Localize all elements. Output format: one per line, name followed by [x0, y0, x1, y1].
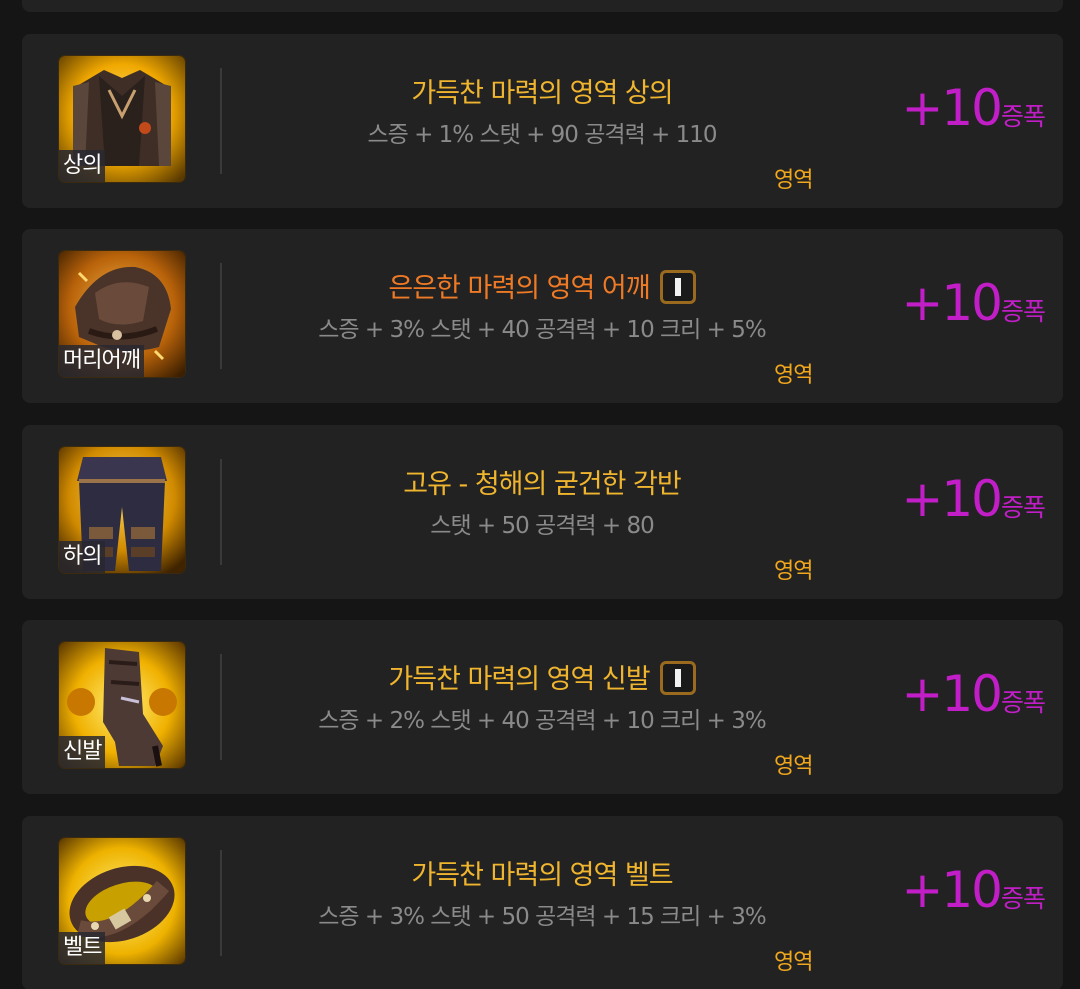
- enhance-value: +10: [901, 79, 1003, 137]
- pants-armor-icon: 하의: [59, 447, 185, 573]
- item-stats: 스증 + 1% 스탯 + 90 공격력 + 110: [367, 122, 717, 148]
- divider: [220, 263, 222, 369]
- item-info: 고유 - 청해의 굳건한 각반 스탯 + 50 공격력 + 80: [232, 425, 852, 599]
- equipment-card-pants[interactable]: 하의 고유 - 청해의 굳건한 각반 스탯 + 50 공격력 + 80 영역 +…: [22, 425, 1063, 599]
- item-info: 가득찬 마력의 영역 상의 스증 + 1% 스탯 + 90 공격력 + 110: [232, 34, 852, 208]
- belt-armor-icon: 벨트: [59, 838, 185, 964]
- top-armor-icon: 상의: [59, 56, 185, 182]
- item-stats: 스증 + 3% 스탯 + 50 공격력 + 15 크리 + 3%: [318, 904, 766, 930]
- equipment-card-shoulder[interactable]: 머리어깨 은은한 마력의 영역 어깨 스증 + 3% 스탯 + 40 공격력 +…: [22, 229, 1063, 403]
- divider: [220, 654, 222, 760]
- equipment-list: 상의 가득찬 마력의 영역 상의 스증 + 1% 스탯 + 90 공격력 + 1…: [0, 0, 1080, 989]
- slot-label: 신발: [59, 736, 106, 768]
- set-tag: 영역: [774, 559, 813, 584]
- enhance-label: 증폭: [1000, 297, 1046, 326]
- item-info: 가득찬 마력의 영역 신발 스증 + 2% 스탯 + 40 공격력 + 10 크…: [232, 620, 852, 794]
- slot-label: 하의: [59, 541, 106, 573]
- previous-card-fragment: [22, 0, 1063, 12]
- item-name: 고유 - 청해의 굳건한 각반: [403, 469, 681, 500]
- equipment-card-belt[interactable]: 벨트 가득찬 마력의 영역 벨트 스증 + 3% 스탯 + 50 공격력 + 1…: [22, 816, 1063, 989]
- slot-label: 상의: [59, 150, 106, 182]
- set-tag: 영역: [774, 754, 813, 779]
- boots-armor-icon: 신발: [59, 642, 185, 768]
- item-name: 가득찬 마력의 영역 상의: [411, 78, 673, 109]
- tune-level-i-icon: [659, 269, 696, 304]
- enhance-label: 증폭: [1000, 688, 1046, 717]
- enhance-value: +10: [901, 665, 1003, 723]
- set-tag: 영역: [774, 363, 813, 388]
- enhance-level: +10증폭: [901, 860, 1046, 920]
- set-tag: 영역: [774, 950, 813, 975]
- enhance-level: +10증폭: [901, 273, 1046, 333]
- equipment-card-boots[interactable]: 신발 가득찬 마력의 영역 신발 스증 + 2% 스탯 + 40 공격력 + 1…: [22, 620, 1063, 794]
- enhance-level: +10증폭: [901, 78, 1046, 138]
- item-stats: 스탯 + 50 공격력 + 80: [430, 513, 654, 539]
- tune-level-i-icon: [659, 660, 696, 695]
- divider: [220, 459, 222, 565]
- enhance-level: +10증폭: [901, 664, 1046, 724]
- equipment-card-top[interactable]: 상의 가득찬 마력의 영역 상의 스증 + 1% 스탯 + 90 공격력 + 1…: [22, 34, 1063, 208]
- enhance-value: +10: [901, 274, 1003, 332]
- item-name: 은은한 마력의 영역 어깨: [232, 269, 852, 307]
- slot-label: 벨트: [59, 932, 106, 964]
- set-tag: 영역: [774, 168, 813, 193]
- item-name: 가득찬 마력의 영역 벨트: [411, 860, 673, 891]
- enhance-label: 증폭: [1000, 102, 1046, 131]
- slot-label: 머리어깨: [59, 345, 144, 377]
- divider: [220, 68, 222, 174]
- enhance-value: +10: [901, 470, 1003, 528]
- item-name: 가득찬 마력의 영역 신발: [232, 660, 852, 698]
- item-info: 은은한 마력의 영역 어깨 스증 + 3% 스탯 + 40 공격력 + 10 크…: [232, 229, 852, 403]
- item-info: 가득찬 마력의 영역 벨트 스증 + 3% 스탯 + 50 공격력 + 15 크…: [232, 816, 852, 989]
- item-stats: 스증 + 3% 스탯 + 40 공격력 + 10 크리 + 5%: [318, 317, 766, 343]
- item-stats: 스증 + 2% 스탯 + 40 공격력 + 10 크리 + 3%: [318, 708, 766, 734]
- shoulder-armor-icon: 머리어깨: [59, 251, 185, 377]
- divider: [220, 850, 222, 956]
- enhance-label: 증폭: [1000, 884, 1046, 913]
- enhance-label: 증폭: [1000, 493, 1046, 522]
- enhance-value: +10: [901, 861, 1003, 919]
- enhance-level: +10증폭: [901, 469, 1046, 529]
